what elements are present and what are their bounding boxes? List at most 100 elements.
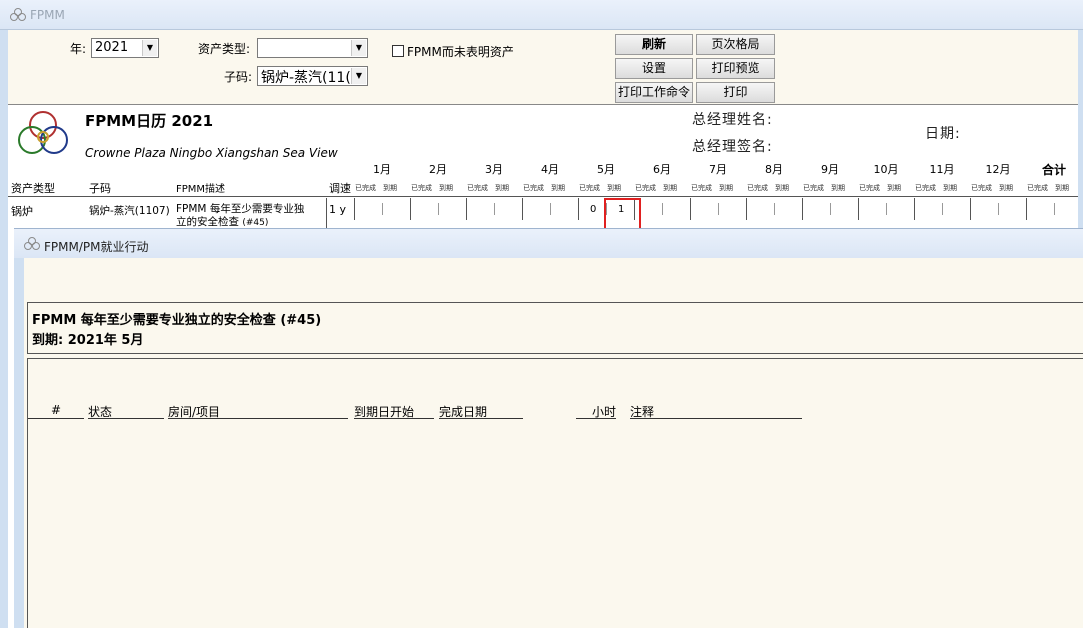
- gm-name-label: 总经理姓名:: [692, 112, 773, 128]
- calendar-report: FPMM日历 2021 Crowne Plaza Ningbo Xiangsha…: [8, 104, 1078, 234]
- col-notes: 注释: [630, 403, 802, 419]
- sub-cell-divider: [494, 203, 495, 215]
- dialog-title: FPMM/PM就业行动: [44, 240, 149, 254]
- asset-type-select[interactable]: ▼: [257, 38, 368, 58]
- window-title: FPMM: [30, 8, 65, 22]
- month-header: 6月: [653, 163, 671, 176]
- gm-signature-label: 总经理签名:: [692, 139, 773, 155]
- month-cell-divider: [466, 198, 467, 220]
- may-done-count: 0: [590, 204, 597, 215]
- unassigned-asset-label: FPMM而未表明资产: [407, 45, 514, 59]
- due-subheader: 到期: [775, 184, 789, 192]
- code-select[interactable]: 锅炉-蒸汽(11( ▼: [257, 66, 368, 86]
- chevron-down-icon[interactable]: ▼: [142, 40, 157, 56]
- hotel-name: Crowne Plaza Ningbo Xiangshan Sea View: [85, 146, 338, 160]
- due-subheader: 到期: [495, 184, 509, 192]
- dialog-heading: FPMM 每年至少需要专业独立的安全检查 (#45): [32, 313, 322, 328]
- header-rule: [8, 196, 1078, 197]
- sub-cell-divider: [438, 203, 439, 215]
- print-button[interactable]: 打印: [696, 82, 775, 103]
- sub-cell-divider: [942, 203, 943, 215]
- done-subheader: 已完成: [1027, 184, 1048, 192]
- row-frequency: 1 y: [329, 203, 347, 216]
- row-desc-line2: 立的安全检查: [176, 216, 239, 228]
- due-subheader: 到期: [831, 184, 845, 192]
- sub-cell-divider: [886, 203, 887, 215]
- total-header: 合计: [1042, 163, 1067, 177]
- due-subheader: 到期: [551, 184, 565, 192]
- month-header: 11月: [929, 163, 955, 176]
- col-room-item: 房间/项目: [168, 403, 348, 419]
- chevron-down-icon[interactable]: ▼: [351, 40, 366, 56]
- year-value: 2021: [95, 40, 129, 55]
- done-subheader: 已完成: [411, 184, 432, 192]
- month-header: 10月: [873, 163, 899, 176]
- page-layout-button[interactable]: 页次格局: [696, 34, 775, 55]
- year-select[interactable]: 2021 ▼: [91, 38, 159, 58]
- window-frame-left: [0, 30, 8, 628]
- done-subheader: 已完成: [915, 184, 936, 192]
- window-title-bar: FPMM: [0, 0, 1083, 30]
- done-subheader: 已完成: [355, 184, 376, 192]
- row-divider: [326, 198, 327, 229]
- asset-type-header: 资产类型: [11, 182, 55, 195]
- unassigned-asset-checkbox[interactable]: [392, 45, 404, 57]
- month-cell-divider: [522, 198, 523, 220]
- col-status: 状态: [88, 403, 164, 419]
- done-subheader: 已完成: [691, 184, 712, 192]
- code-value: 锅炉-蒸汽(11(: [261, 70, 351, 86]
- sub-cell-divider: [830, 203, 831, 215]
- filter-panel: 年: 2021 ▼ 资产类型: ▼ 子码: 锅炉-蒸汽(11( ▼ FPMM而未…: [8, 30, 1078, 104]
- month-cell-divider: [746, 198, 747, 220]
- due-subheader: 到期: [663, 184, 677, 192]
- year-label: 年:: [70, 42, 87, 56]
- month-header: 1月: [373, 163, 391, 176]
- sub-cell-divider: [774, 203, 775, 215]
- print-preview-button[interactable]: 打印预览: [696, 58, 775, 79]
- desc-header: FPMM描述: [176, 184, 226, 195]
- month-header: 12月: [985, 163, 1011, 176]
- due-subheader: 到期: [943, 184, 957, 192]
- due-subheader: 到期: [383, 184, 397, 192]
- month-header: 7月: [709, 163, 727, 176]
- sub-cell-divider: [718, 203, 719, 215]
- dialog-due: 到期: 2021年 5月: [32, 333, 144, 348]
- done-subheader: 已完成: [635, 184, 656, 192]
- col-hours: 小时: [576, 403, 616, 419]
- due-subheader: 到期: [1055, 184, 1069, 192]
- month-cell-divider: [410, 198, 411, 220]
- dialog-logo-icon: [24, 237, 40, 251]
- hotel-logo-icon: [18, 111, 68, 154]
- month-header: 4月: [541, 163, 559, 176]
- row-desc-id: (#45): [242, 218, 269, 228]
- month-header: 3月: [485, 163, 503, 176]
- row-description: FPMM 每年至少需要专业独 立的安全检查 (#45): [176, 203, 326, 230]
- month-cell-divider: [858, 198, 859, 220]
- done-subheader: 已完成: [971, 184, 992, 192]
- col-due-start: 到期日开始: [354, 403, 434, 419]
- done-subheader: 已完成: [467, 184, 488, 192]
- col-num: #: [28, 403, 84, 419]
- month-header: 8月: [765, 163, 783, 176]
- row-code: 锅炉-蒸汽(1107): [89, 205, 170, 217]
- month-header: 9月: [821, 163, 839, 176]
- sub-cell-divider: [1054, 203, 1055, 215]
- due-subheader: 到期: [439, 184, 453, 192]
- chevron-down-icon[interactable]: ▼: [351, 68, 366, 84]
- code-label: 子码:: [224, 70, 253, 84]
- month-cell-divider: [690, 198, 691, 220]
- col-done-date: 完成日期: [439, 403, 523, 419]
- dialog-header-box: FPMM 每年至少需要专业独立的安全检查 (#45) 到期: 2021年 5月: [27, 302, 1083, 354]
- month-cell-divider: [802, 198, 803, 220]
- settings-button[interactable]: 设置: [615, 58, 693, 79]
- sub-cell-divider: [382, 203, 383, 215]
- dialog-frame-left: [14, 258, 24, 628]
- due-subheader: 到期: [887, 184, 901, 192]
- print-work-order-button[interactable]: 打印工作命令: [615, 82, 693, 103]
- month-cell-divider: [914, 198, 915, 220]
- refresh-button[interactable]: 刷新: [615, 34, 693, 55]
- sub-cell-divider: [998, 203, 999, 215]
- app-logo-icon: [10, 8, 26, 22]
- done-subheader: 已完成: [523, 184, 544, 192]
- done-subheader: 已完成: [747, 184, 768, 192]
